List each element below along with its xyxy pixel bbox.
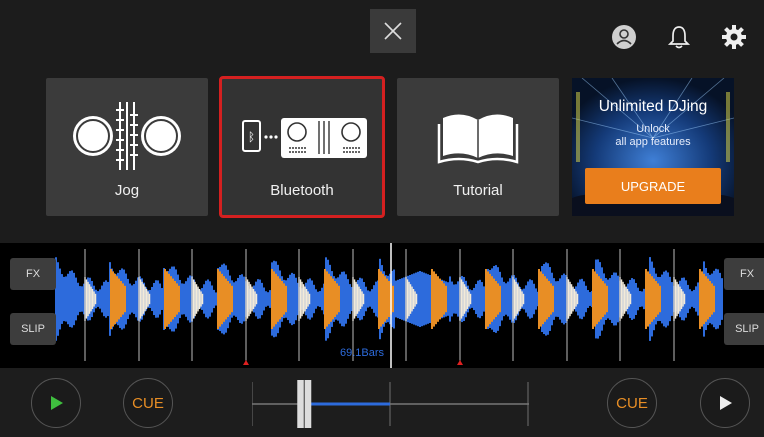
waveform-display[interactable]: FX SLIP FX SLIP 69.1Bars xyxy=(0,243,764,368)
jog-wheels-icon xyxy=(73,102,181,170)
close-icon xyxy=(384,22,402,40)
left-fx-button[interactable]: FX xyxy=(10,258,56,290)
upgrade-promo-card[interactable]: Unlimited DJing Unlock all app features … xyxy=(572,78,734,216)
tutorial-label: Tutorial xyxy=(453,182,503,199)
right-fx-button[interactable]: FX xyxy=(724,258,764,290)
bluetooth-label: Bluetooth xyxy=(270,182,334,199)
bluetooth-controller-icon: ᛒ xyxy=(242,118,367,158)
left-cue-button[interactable]: CUE xyxy=(123,378,173,428)
play-icon xyxy=(51,396,63,410)
right-cue-button[interactable]: CUE xyxy=(607,378,657,428)
upgrade-button[interactable]: UPGRADE xyxy=(585,168,721,204)
jog-label: Jog xyxy=(114,182,140,199)
bell-icon xyxy=(667,26,691,49)
promo-title: Unlimited DJing xyxy=(598,98,708,115)
play-icon xyxy=(720,396,732,410)
svg-text:ᛒ: ᛒ xyxy=(248,130,255,144)
promo-subtitle: Unlock all app features xyxy=(572,123,734,149)
crossfader-track xyxy=(251,380,529,428)
top-bar xyxy=(0,0,764,72)
dj-app-screen: Jog ᛒ Bluetooth Tutorial Unlimited DJing… xyxy=(0,0,764,437)
tutorial-tile[interactable]: Tutorial xyxy=(397,78,559,216)
settings-button[interactable] xyxy=(720,23,748,51)
promo-subtitle-line1: Unlock xyxy=(636,123,670,135)
notifications-button[interactable] xyxy=(665,23,693,51)
bars-readout: 69.1Bars xyxy=(340,347,385,359)
bluetooth-tile[interactable]: ᛒ Bluetooth xyxy=(219,76,385,218)
jog-tile[interactable]: Jog xyxy=(46,78,208,216)
right-slip-button[interactable]: SLIP xyxy=(724,313,764,345)
open-book-icon xyxy=(437,114,519,164)
left-slip-button[interactable]: SLIP xyxy=(10,313,56,345)
promo-subtitle-line2: all app features xyxy=(615,136,691,148)
gear-icon xyxy=(722,25,746,49)
close-button[interactable] xyxy=(370,9,416,53)
crossfader[interactable] xyxy=(251,380,529,428)
account-button[interactable] xyxy=(610,23,638,51)
right-play-button[interactable] xyxy=(700,378,750,428)
crossfader-thumb[interactable] xyxy=(297,380,312,428)
transport-bar: CUE CUE xyxy=(0,368,764,437)
left-play-button[interactable] xyxy=(31,378,81,428)
account-icon xyxy=(612,25,636,49)
